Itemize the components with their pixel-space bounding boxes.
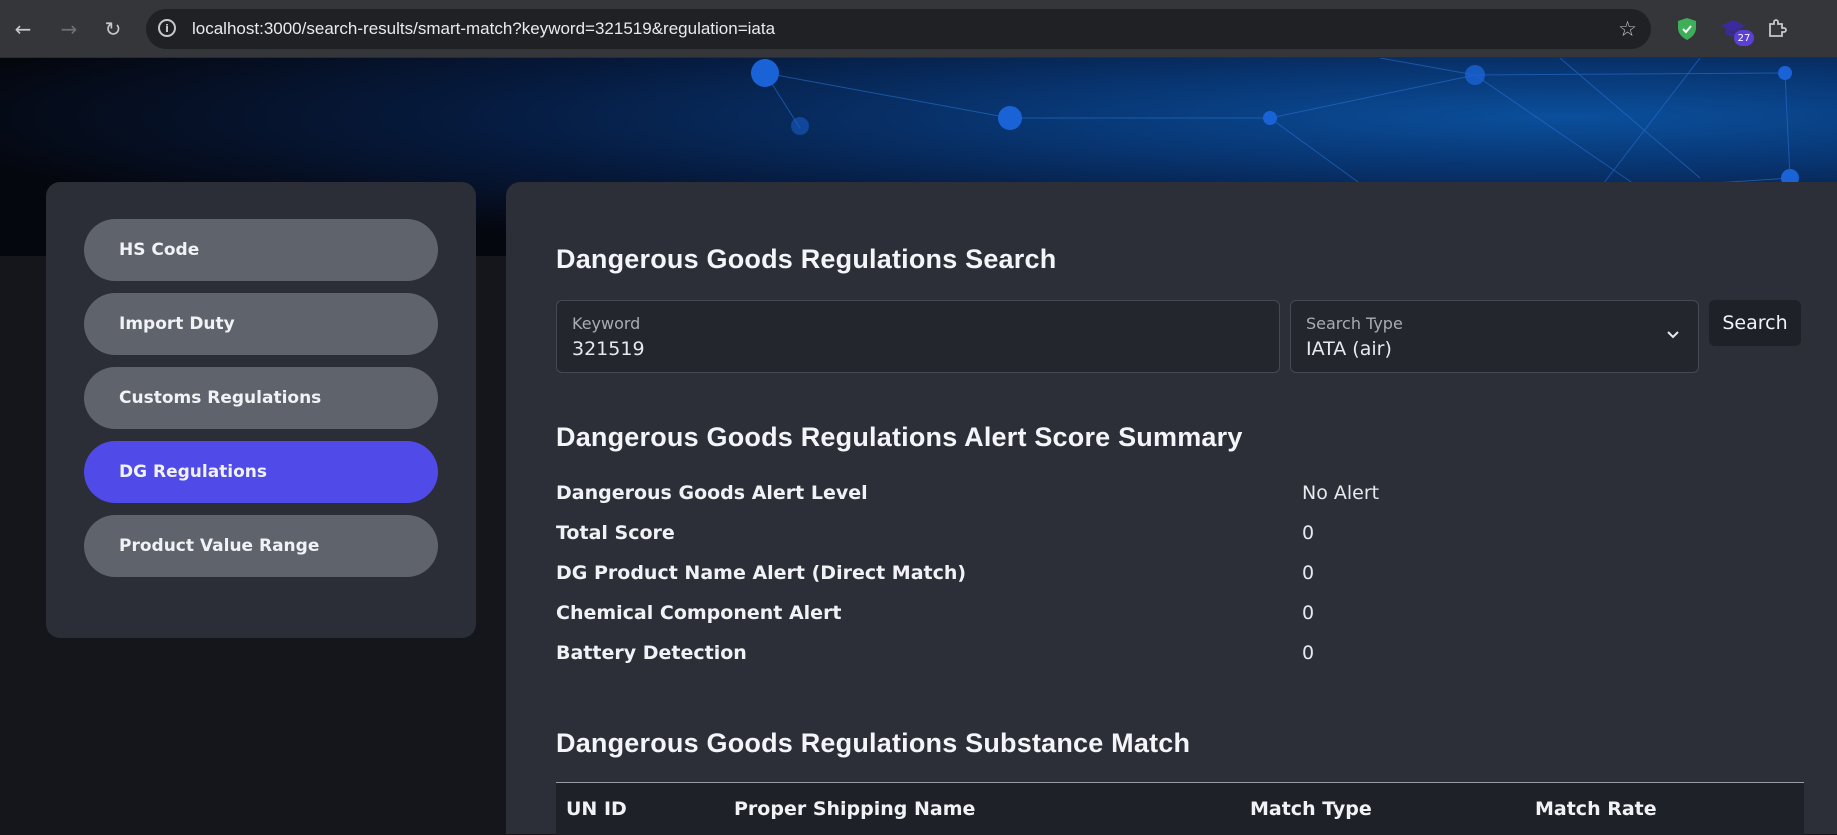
summary-value: 0: [1302, 522, 1315, 544]
bookmark-star-icon[interactable]: ☆: [1618, 17, 1637, 41]
substance-title: Dangerous Goods Regulations Substance Ma…: [556, 728, 1191, 758]
extensions-puzzle-icon[interactable]: [1762, 14, 1792, 44]
sidebar-item-label: DG Regulations: [119, 462, 268, 482]
column-header-match-rate[interactable]: Match Rate: [1535, 798, 1657, 820]
substance-table-header: UN ID Proper Shipping Name Match Type Ma…: [556, 782, 1804, 835]
summary-key: DG Product Name Alert (Direct Match): [556, 562, 967, 584]
sidebar-item-dg-regulations[interactable]: DG Regulations: [84, 441, 438, 503]
search-button[interactable]: Search: [1709, 300, 1801, 346]
summary-value: 0: [1302, 562, 1315, 584]
summary-key: Chemical Component Alert: [556, 602, 842, 624]
sidebar-item-hs-code[interactable]: HS Code: [84, 219, 438, 281]
column-header-un-id[interactable]: UN ID: [566, 798, 627, 820]
shield-extension-icon[interactable]: [1672, 14, 1702, 44]
summary-title: Dangerous Goods Regulations Alert Score …: [556, 422, 1243, 452]
address-bar[interactable]: i localhost:3000/search-results/smart-ma…: [146, 9, 1651, 49]
summary-key: Battery Detection: [556, 642, 747, 664]
keyword-field[interactable]: Keyword 321519: [556, 300, 1280, 373]
sidebar-item-label: Customs Regulations: [119, 388, 322, 408]
search-title: Dangerous Goods Regulations Search: [556, 244, 1057, 274]
summary-row: Chemical Component Alert 0: [556, 602, 1756, 632]
forward-icon[interactable]: →: [54, 14, 84, 44]
sidebar-item-import-duty[interactable]: Import Duty: [84, 293, 438, 355]
summary-key: Total Score: [556, 522, 675, 544]
browser-toolbar: ← → ↻ i localhost:3000/search-results/sm…: [0, 0, 1837, 58]
summary-row: Dangerous Goods Alert Level No Alert: [556, 482, 1756, 512]
keyword-value[interactable]: 321519: [572, 338, 645, 360]
search-type-select[interactable]: Search Type IATA (air): [1290, 300, 1699, 373]
reload-icon[interactable]: ↻: [98, 14, 128, 44]
back-icon[interactable]: ←: [8, 14, 38, 44]
summary-row: Battery Detection 0: [556, 642, 1756, 672]
extension-badge: 27: [1734, 30, 1754, 46]
summary-row: Total Score 0: [556, 522, 1756, 552]
summary-row: DG Product Name Alert (Direct Match) 0: [556, 562, 1756, 592]
column-header-match-type[interactable]: Match Type: [1250, 798, 1372, 820]
chevron-down-icon[interactable]: [1662, 323, 1684, 345]
sidebar-item-label: Product Value Range: [119, 536, 320, 556]
address-url[interactable]: localhost:3000/search-results/smart-matc…: [192, 19, 775, 39]
search-type-label: Search Type: [1306, 314, 1403, 333]
sidebar-item-label: Import Duty: [119, 314, 235, 334]
sidebar-item-label: HS Code: [119, 240, 200, 260]
sidebar-item-customs-regulations[interactable]: Customs Regulations: [84, 367, 438, 429]
summary-value: 0: [1302, 642, 1315, 664]
summary-value: 0: [1302, 602, 1315, 624]
keyword-label: Keyword: [572, 314, 641, 333]
column-header-shipping-name[interactable]: Proper Shipping Name: [734, 798, 975, 820]
sidebar: HS Code Import Duty Customs Regulations …: [46, 182, 476, 638]
main-panel: Dangerous Goods Regulations Search Keywo…: [506, 182, 1837, 835]
summary-value: No Alert: [1302, 482, 1380, 504]
search-type-value[interactable]: IATA (air): [1306, 338, 1392, 360]
sidebar-item-product-value-range[interactable]: Product Value Range: [84, 515, 438, 577]
summary-key: Dangerous Goods Alert Level: [556, 482, 868, 504]
graduation-cap-extension-icon[interactable]: 27: [1718, 14, 1754, 46]
site-info-icon[interactable]: i: [158, 19, 176, 37]
